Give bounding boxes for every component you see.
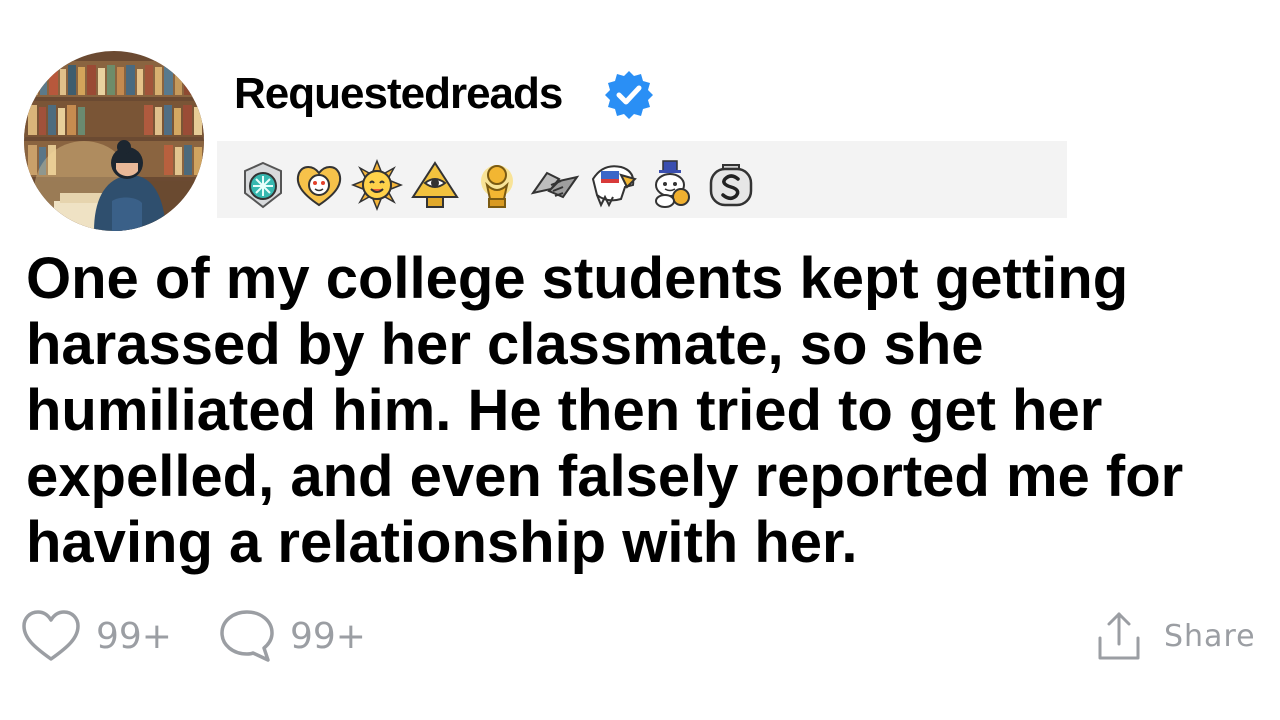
verified-badge-icon [603, 69, 655, 121]
comment-bubble-icon [220, 610, 274, 662]
like-count: 99+ [96, 615, 172, 657]
wholesome-heart-award-icon [293, 159, 345, 211]
like-button[interactable]: 99+ [20, 606, 172, 666]
comment-button[interactable]: 99+ [218, 606, 366, 666]
share-button[interactable]: Share [1096, 606, 1256, 666]
avatar[interactable] [24, 51, 204, 231]
awards-bar [217, 141, 1067, 218]
share-label: Share [1164, 618, 1256, 654]
snoo-mascot-award-icon [645, 159, 697, 211]
sun-award-icon [350, 158, 404, 212]
username[interactable]: Requestedreads [234, 66, 563, 122]
heart-icon [22, 610, 80, 661]
share-upload-icon [1098, 612, 1140, 660]
pyramid-eye-award-icon [409, 159, 461, 211]
gold-trophy-award-icon [471, 159, 523, 211]
s-coin-award-icon [705, 159, 757, 211]
handshake-award-icon [529, 159, 581, 211]
eagle-award-icon [587, 159, 639, 211]
silver-badge-award-icon [237, 159, 289, 211]
post-title: One of my college students kept getting … [26, 246, 1184, 575]
comment-count: 99+ [290, 615, 366, 657]
